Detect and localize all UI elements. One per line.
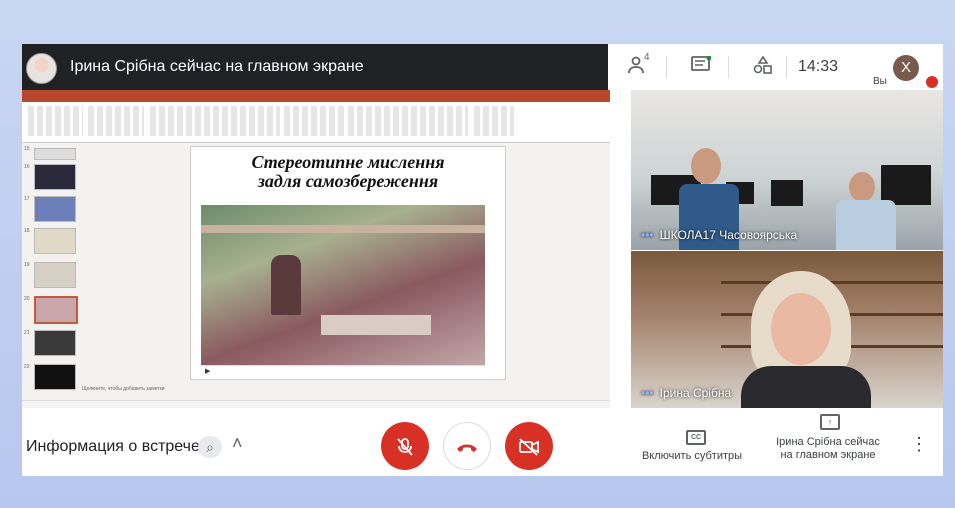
divider (728, 56, 729, 78)
chat-icon[interactable] (688, 55, 714, 78)
ribbon-group (348, 106, 468, 136)
divider (666, 56, 667, 78)
clock: 14:33 (798, 58, 839, 75)
slide-title: Стереотипне мислення задля самозбереженн… (191, 153, 505, 191)
shapes-icon[interactable] (750, 55, 776, 78)
slide-thumbnail[interactable] (34, 228, 76, 254)
ribbon-group (474, 106, 514, 136)
slide-video[interactable] (201, 205, 485, 365)
slide-thumbnails: 15 16 17 18 19 20 21 22 (24, 146, 80, 400)
thumb-number: 22 (24, 364, 30, 370)
slide-thumbnail[interactable] (34, 330, 76, 356)
presenter-bar: Ірина Срібна сейчас на главном экране (22, 44, 608, 90)
slide-thumbnail[interactable] (34, 148, 76, 160)
chevron-up-icon[interactable]: ˄ (232, 433, 243, 454)
shared-screen: 15 16 17 18 19 20 21 22 Стереотипне мисл… (22, 90, 610, 408)
ribbon-group (28, 106, 83, 136)
present-icon[interactable]: ↑ (820, 414, 840, 430)
thumb-number: 19 (24, 262, 30, 268)
ppt-statusbar (22, 400, 610, 408)
scene-person (741, 366, 871, 408)
thumb-number: 18 (24, 228, 30, 234)
presenter-avatar (26, 53, 57, 84)
scene-person (836, 200, 896, 250)
ppt-ribbon (22, 102, 610, 143)
bottom-bar: Информация о встрече ⌕ ˄ CC Включить суб… (22, 408, 943, 476)
mic-off-icon (397, 437, 413, 456)
camera-off-icon (519, 438, 539, 456)
current-slide: Стереотипне мислення задля самозбереженн… (190, 146, 506, 380)
self-label: Вы (873, 76, 887, 87)
scene-person (771, 293, 831, 365)
people-icon[interactable]: 4 (626, 52, 652, 78)
participants-count: 4 (644, 52, 650, 63)
audio-indicator-icon: ••• (641, 228, 654, 242)
scene-person (849, 172, 875, 202)
meet-window: Ірина Срібна сейчас на главном экране 4 … (22, 44, 943, 476)
video-scene (321, 315, 431, 335)
participant-tile[interactable]: ••• Ірина Срібна (631, 251, 943, 408)
slide-thumbnail[interactable] (34, 164, 76, 190)
scene-person (691, 148, 721, 184)
play-icon[interactable]: ▶ (205, 367, 210, 375)
thumb-number: 21 (24, 330, 30, 336)
video-controls[interactable]: ▶ (201, 365, 485, 376)
thumb-number: 17 (24, 196, 30, 202)
participant-tile[interactable]: ••• ШКОЛА17 Часовоярська (631, 90, 943, 250)
self-avatar: Х (893, 55, 919, 81)
ppt-titlebar (22, 90, 610, 102)
thumb-number: 16 (24, 164, 30, 170)
end-call-button[interactable] (443, 422, 491, 470)
presenting-button[interactable]: Ірина Срібна сейчас на главном экране (770, 436, 886, 462)
camera-toggle-button[interactable] (505, 422, 553, 470)
slide-thumbnail[interactable] (34, 262, 76, 288)
thumb-number: 20 (24, 296, 30, 302)
thumb-number: 15 (24, 146, 30, 152)
ribbon-group (150, 106, 280, 136)
ribbon-group (284, 106, 344, 136)
slide-thumbnail[interactable] (34, 196, 76, 222)
meeting-info-button[interactable]: Информация о встрече (26, 438, 200, 456)
tile-name-text: ШКОЛА17 Часовоярська (659, 228, 798, 242)
video-scene (201, 225, 485, 233)
slide-title-line: Стереотипне мислення (251, 152, 445, 172)
tile-name: ••• ШКОЛА17 Часовоярська (641, 228, 797, 242)
slide-title-line: задля самозбереження (257, 171, 439, 191)
notes-placeholder[interactable]: Щелкните, чтобы добавить заметки (82, 386, 602, 396)
scene-monitor (881, 165, 931, 205)
phone-hangup-icon (457, 444, 477, 452)
tile-name-text: Ірина Срібна (659, 386, 732, 400)
paperclip-icon[interactable]: ⌕ (198, 436, 222, 458)
presenter-title: Ірина Срібна сейчас на главном экране (70, 58, 364, 75)
mic-off-icon (926, 76, 938, 88)
more-vert-icon[interactable]: ⋮ (910, 434, 928, 455)
divider (786, 56, 787, 78)
top-controls: 4 14:33 Х Вы (608, 44, 943, 90)
captions-button[interactable]: Включить субтитры (632, 450, 752, 462)
ribbon-group (88, 106, 144, 136)
video-scene (271, 255, 301, 315)
cc-icon[interactable]: CC (686, 430, 706, 445)
mic-toggle-button[interactable] (381, 422, 429, 470)
slide-thumbnail-selected[interactable] (34, 296, 78, 324)
audio-indicator-icon: ••• (641, 386, 654, 400)
slide-thumbnail[interactable] (34, 364, 76, 390)
tile-name: ••• Ірина Срібна (641, 386, 731, 400)
scene-monitor (771, 180, 803, 206)
